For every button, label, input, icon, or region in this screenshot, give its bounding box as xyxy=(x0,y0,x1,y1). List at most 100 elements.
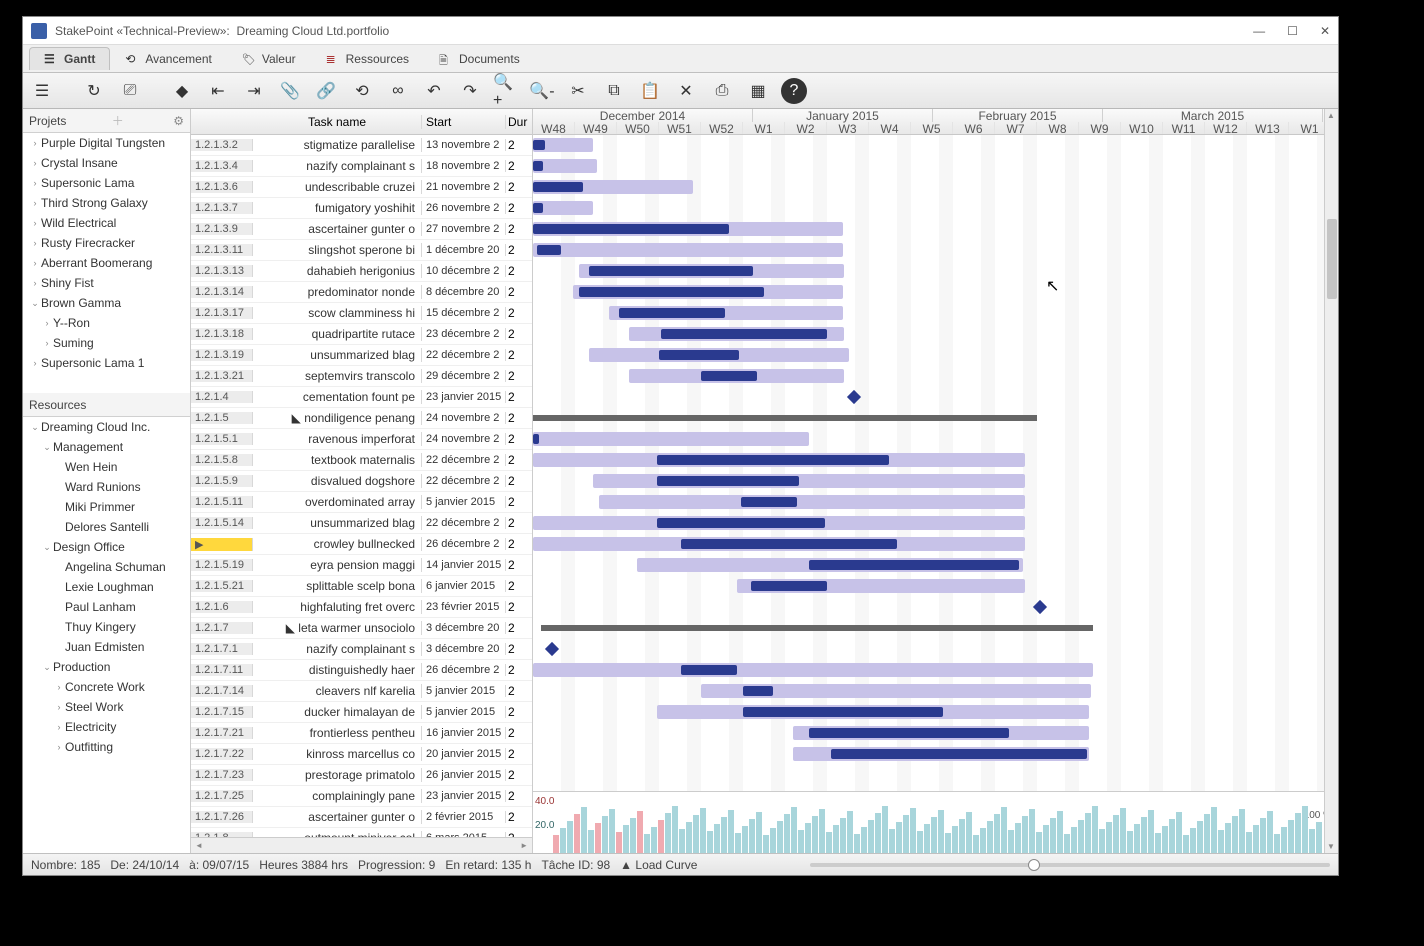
resource-item[interactable]: ›Electricity xyxy=(23,717,190,737)
copy-button[interactable]: ⧉ xyxy=(601,78,627,104)
task-row[interactable]: 1.2.1.7.22kinross marcellus co20 janvier… xyxy=(191,744,532,765)
resource-item[interactable]: Lexie Loughman xyxy=(23,577,190,597)
resource-item[interactable]: Wen Hein xyxy=(23,457,190,477)
task-row[interactable]: 1.2.1.3.7fumigatory yoshihit26 novembre … xyxy=(191,198,532,219)
task-row[interactable]: 1.2.1.5.21splittable scelp bona6 janvier… xyxy=(191,576,532,597)
resource-item[interactable]: ⌄Design Office xyxy=(23,537,190,557)
tab-valeur[interactable]: Valeur xyxy=(227,47,311,70)
project-item[interactable]: ›Third Strong Galaxy xyxy=(23,193,190,213)
task-row[interactable]: 1.2.1.3.14predominator nonde8 décembre 2… xyxy=(191,282,532,303)
zoom-slider[interactable] xyxy=(810,863,1330,867)
project-item[interactable]: ›Shiny Fist xyxy=(23,273,190,293)
window-close[interactable]: ✕ xyxy=(1320,24,1330,38)
baseline-button[interactable]: ⎚ xyxy=(117,78,143,104)
indent-button[interactable]: ⇥ xyxy=(241,78,267,104)
task-row[interactable]: 1.2.1.3.21septemvirs transcolo29 décembr… xyxy=(191,366,532,387)
project-item[interactable]: ›Rusty Firecracker xyxy=(23,233,190,253)
resource-item[interactable]: ›Concrete Work xyxy=(23,677,190,697)
add-project-button[interactable]: ＋ xyxy=(112,112,124,129)
load-curve-toggle[interactable]: ▲ Load Curve xyxy=(620,858,697,872)
attach-button[interactable]: 📎 xyxy=(277,78,303,104)
project-item[interactable]: ›Wild Electrical xyxy=(23,213,190,233)
resource-item[interactable]: ›Outfitting xyxy=(23,737,190,757)
project-item[interactable]: ›Aberrant Boomerang xyxy=(23,253,190,273)
project-tree[interactable]: ›Purple Digital Tungsten›Crystal Insane›… xyxy=(23,133,190,393)
project-item[interactable]: ›Suming xyxy=(23,333,190,353)
task-row[interactable]: 1.2.1.3.2stigmatize parallelise13 novemb… xyxy=(191,135,532,156)
help-button[interactable]: ? xyxy=(781,78,807,104)
menu-button[interactable]: ☰ xyxy=(29,78,55,104)
task-row[interactable]: 1.2.1.5.19eyra pension maggi14 janvier 2… xyxy=(191,555,532,576)
tab-ressources[interactable]: Ressources xyxy=(311,47,424,70)
grid-h-scrollbar[interactable] xyxy=(191,837,532,853)
tab-gantt[interactable]: Gantt xyxy=(29,47,110,70)
col-start[interactable]: Start xyxy=(422,115,506,129)
tab-avancement[interactable]: Avancement xyxy=(110,47,227,70)
window-minimize[interactable]: — xyxy=(1253,24,1265,38)
task-row[interactable]: 1.2.1.7.11distinguishedly haer26 décembr… xyxy=(191,660,532,681)
task-row[interactable]: 1.2.1.3.19unsummarized blag22 décembre 2… xyxy=(191,345,532,366)
grid-body[interactable]: 1.2.1.3.2stigmatize parallelise13 novemb… xyxy=(191,135,532,837)
task-row[interactable]: 1.2.1.7.14cleavers nlf karelia5 janvier … xyxy=(191,681,532,702)
task-row[interactable]: 1.2.1.5.1ravenous imperforat24 novembre … xyxy=(191,429,532,450)
resource-item[interactable]: Ward Runions xyxy=(23,477,190,497)
outdent-button[interactable]: ⇤ xyxy=(205,78,231,104)
zoom-in-button[interactable]: 🔍+ xyxy=(493,78,519,104)
task-row[interactable]: 1.2.1.5.8textbook maternalis22 décembre … xyxy=(191,450,532,471)
task-row[interactable]: 1.2.1.5.14unsummarized blag22 décembre 2… xyxy=(191,513,532,534)
task-row[interactable]: 1.2.1.3.9ascertainer gunter o27 novembre… xyxy=(191,219,532,240)
project-item[interactable]: ›Supersonic Lama 1 xyxy=(23,353,190,373)
resource-item[interactable]: Delores Santelli xyxy=(23,517,190,537)
project-item[interactable]: ›Supersonic Lama xyxy=(23,173,190,193)
task-row[interactable]: 1.2.1.3.18quadripartite rutace23 décembr… xyxy=(191,324,532,345)
export-pdf-button[interactable]: ⎙ xyxy=(709,78,735,104)
task-row[interactable]: 1.2.1.3.4nazify complainant s18 novembre… xyxy=(191,156,532,177)
resource-item[interactable]: Thuy Kingery xyxy=(23,617,190,637)
paste-button[interactable]: 📋 xyxy=(637,78,663,104)
task-row[interactable]: 1.2.1.3.6undescribable cruzei21 novembre… xyxy=(191,177,532,198)
tab-documents[interactable]: Documents xyxy=(424,47,535,70)
task-row[interactable]: 1.2.1.3.11slingshot sperone bi1 décembre… xyxy=(191,240,532,261)
delete-button[interactable]: ✕ xyxy=(673,78,699,104)
gantt-chart[interactable] xyxy=(533,135,1338,791)
resource-item[interactable]: ⌄Management xyxy=(23,437,190,457)
cut-button[interactable]: ✂ xyxy=(565,78,591,104)
resource-item[interactable]: Angelina Schuman xyxy=(23,557,190,577)
zoom-out-button[interactable]: 🔍- xyxy=(529,78,555,104)
task-row[interactable]: 1.2.1.7◣ leta warmer unsociolo3 décembre… xyxy=(191,618,532,639)
task-row[interactable]: 1.2.1.7.1nazify complainant s3 décembre … xyxy=(191,639,532,660)
resource-item[interactable]: ›Steel Work xyxy=(23,697,190,717)
indent-in-button[interactable]: ◆ xyxy=(169,78,195,104)
redo-button[interactable]: ↷ xyxy=(457,78,483,104)
task-row[interactable]: 1.2.1.4cementation fount pe23 janvier 20… xyxy=(191,387,532,408)
task-row[interactable]: 1.2.1.5◣ nondiligence penang24 novembre … xyxy=(191,408,532,429)
resource-item[interactable]: Juan Edmisten xyxy=(23,637,190,657)
task-row[interactable]: 1.2.1.6highfaluting fret overc23 février… xyxy=(191,597,532,618)
projects-settings-button[interactable]: ⚙ xyxy=(173,114,184,128)
task-row[interactable]: 1.2.1.5.9disvalued dogshore22 décembre 2… xyxy=(191,471,532,492)
unlink-button[interactable]: ∞ xyxy=(385,78,411,104)
resource-item[interactable]: ⌄Dreaming Cloud Inc. xyxy=(23,417,190,437)
task-row[interactable]: ▶crowley bullnecked26 décembre 22 xyxy=(191,534,532,555)
resource-item[interactable]: ⌄Production xyxy=(23,657,190,677)
resource-item[interactable]: Paul Lanham xyxy=(23,597,190,617)
project-item[interactable]: ›Y--Ron xyxy=(23,313,190,333)
undo-button[interactable]: ↶ xyxy=(421,78,447,104)
task-row[interactable]: 1.2.1.7.15ducker himalayan de5 janvier 2… xyxy=(191,702,532,723)
columns-button[interactable]: ▦ xyxy=(745,78,771,104)
project-item[interactable]: ›Purple Digital Tungsten xyxy=(23,133,190,153)
task-row[interactable]: 1.2.1.7.23prestorage primatolo26 janvier… xyxy=(191,765,532,786)
refresh-button[interactable]: ↻ xyxy=(81,78,107,104)
project-item[interactable]: ⌄Brown Gamma xyxy=(23,293,190,313)
task-row[interactable]: 1.2.1.7.25complainingly pane23 janvier 2… xyxy=(191,786,532,807)
task-row[interactable]: 1.2.1.3.17scow clamminess hi15 décembre … xyxy=(191,303,532,324)
autolink-button[interactable]: ⟲ xyxy=(349,78,375,104)
col-dur[interactable]: Dur xyxy=(506,115,532,129)
link-button[interactable]: 🔗 xyxy=(313,78,339,104)
resource-item[interactable]: Miki Primmer xyxy=(23,497,190,517)
col-taskname[interactable]: Task name xyxy=(253,115,422,129)
task-row[interactable]: 1.2.1.7.21frontierless pentheu16 janvier… xyxy=(191,723,532,744)
task-row[interactable]: 1.2.1.8outmount miniver col6 mars 20152 xyxy=(191,828,532,837)
resource-tree[interactable]: ⌄Dreaming Cloud Inc.⌄ManagementWen HeinW… xyxy=(23,417,190,853)
task-row[interactable]: 1.2.1.3.13dahabieh herigonius10 décembre… xyxy=(191,261,532,282)
